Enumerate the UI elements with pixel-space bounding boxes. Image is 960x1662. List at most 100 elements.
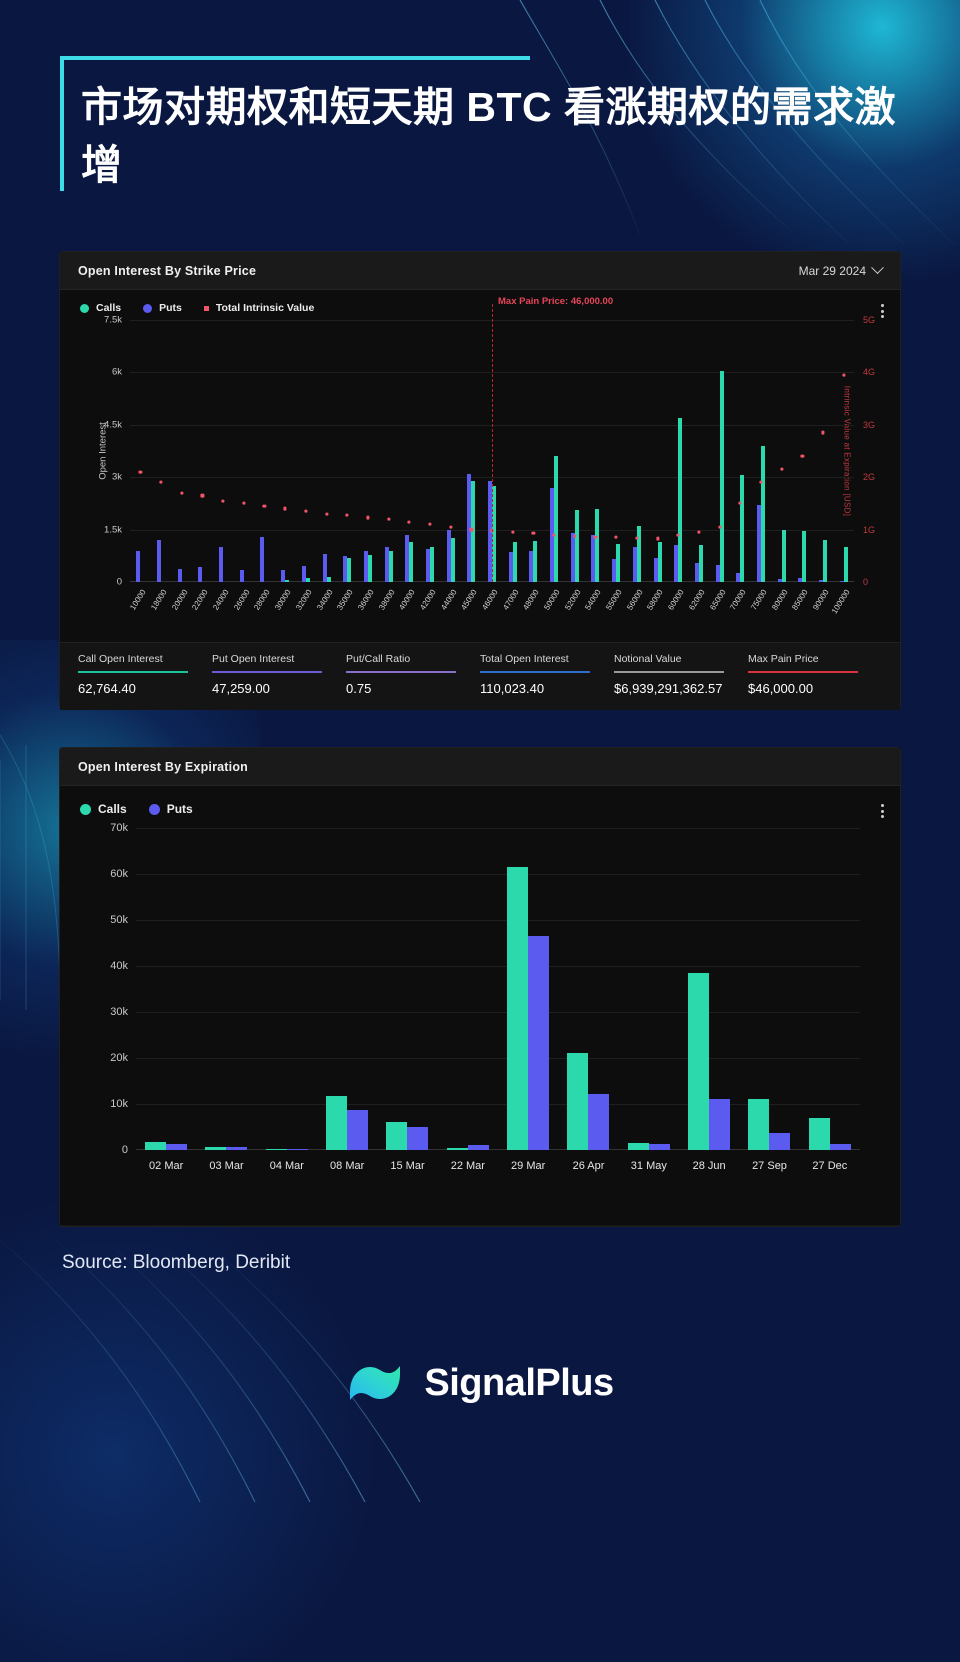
x-axis-tick-label: 28000 bbox=[252, 588, 273, 612]
expiration-bar-group[interactable] bbox=[136, 828, 196, 1150]
stat-cell: Total Open Interest 110,023.40 bbox=[480, 653, 614, 696]
x-axis-tick-label: 22000 bbox=[190, 588, 211, 612]
strike-bar-group[interactable] bbox=[606, 320, 627, 582]
legend-item-calls[interactable]: Calls bbox=[80, 302, 121, 314]
y2-axis-tick-label: 2G bbox=[863, 472, 876, 483]
strike-bar-group[interactable] bbox=[358, 320, 379, 582]
strike-bar-group[interactable] bbox=[689, 320, 710, 582]
put-bar bbox=[177, 568, 182, 582]
strike-bar-group[interactable] bbox=[337, 320, 358, 582]
x-axis-tick-label: 50000 bbox=[542, 588, 562, 612]
expiration-bar-group[interactable] bbox=[679, 828, 739, 1150]
header: 市场对期权和短天期 BTC 看涨期权的需求激增 bbox=[0, 0, 960, 194]
expiry-card-header: Open Interest By Expiration bbox=[60, 748, 900, 786]
strike-bar-group[interactable] bbox=[130, 320, 151, 582]
strike-chart-legend: Calls Puts Total Intrinsic Value bbox=[60, 290, 900, 318]
strike-bar-group[interactable] bbox=[502, 320, 523, 582]
y-axis-tick-label: 0 bbox=[116, 576, 122, 588]
y-axis-tick-label: 70k bbox=[110, 822, 128, 834]
strike-bar-group[interactable] bbox=[544, 320, 565, 582]
strike-bar-group[interactable] bbox=[275, 320, 296, 582]
date-selector[interactable]: Mar 29 2024 bbox=[799, 261, 884, 278]
kebab-menu-icon[interactable] bbox=[881, 304, 884, 318]
strike-bar-group[interactable] bbox=[378, 320, 399, 582]
intrinsic-value-point bbox=[738, 501, 742, 505]
x-axis-tick-label: 18000 bbox=[149, 588, 169, 612]
y-axis-tick-label: 4.5k bbox=[104, 419, 122, 431]
strike-bar-group[interactable] bbox=[296, 320, 317, 582]
strike-bar-group[interactable] bbox=[254, 320, 275, 582]
expiration-bar-group[interactable] bbox=[619, 828, 679, 1150]
expiration-bar-group[interactable] bbox=[558, 828, 618, 1150]
x-axis-tick-label: 38000 bbox=[376, 588, 397, 612]
strike-bar-group[interactable] bbox=[440, 320, 461, 582]
kebab-menu-icon[interactable] bbox=[881, 804, 884, 818]
put-bar bbox=[588, 1093, 610, 1150]
intrinsic-value-point bbox=[366, 515, 370, 520]
put-bar bbox=[407, 1127, 429, 1150]
strike-bar-group[interactable] bbox=[399, 320, 420, 582]
strike-bar-group[interactable] bbox=[151, 320, 172, 582]
stat-underline bbox=[212, 671, 323, 673]
y-axis-tick-label: 0 bbox=[121, 1144, 128, 1156]
legend-item-puts[interactable]: Puts bbox=[143, 302, 182, 314]
strike-bar-group[interactable] bbox=[792, 320, 813, 582]
intrinsic-value-point bbox=[262, 504, 267, 508]
strike-bar-group[interactable] bbox=[668, 320, 689, 582]
strike-bar-group[interactable] bbox=[771, 320, 792, 582]
strike-bar-group[interactable] bbox=[709, 320, 730, 582]
strike-bar-group[interactable] bbox=[213, 320, 234, 582]
call-bar bbox=[688, 972, 710, 1150]
legend-item-total-intrinsic-value[interactable]: Total Intrinsic Value bbox=[203, 302, 314, 314]
expiration-bar-group[interactable] bbox=[377, 828, 437, 1150]
strike-bar-group[interactable] bbox=[564, 320, 585, 582]
strike-bar-group[interactable] bbox=[585, 320, 606, 582]
x-axis-tick-label: 40000 bbox=[397, 588, 417, 612]
expiration-bar-group[interactable] bbox=[196, 828, 256, 1150]
strike-stats-strip: Call Open Interest 62,764.40 Put Open Inte… bbox=[60, 642, 900, 710]
call-bar bbox=[636, 526, 641, 582]
put-bar bbox=[239, 569, 244, 582]
legend-item-calls-expiry[interactable]: Calls bbox=[80, 802, 127, 816]
call-bar bbox=[843, 547, 848, 582]
strike-bar-group[interactable] bbox=[627, 320, 648, 582]
x-axis-tick-label: 46000 bbox=[480, 588, 500, 612]
intrinsic-value-point bbox=[676, 533, 680, 537]
intrinsic-value-point bbox=[180, 491, 184, 495]
strike-bar-group[interactable] bbox=[461, 320, 482, 582]
calls-color-swatch bbox=[80, 803, 91, 815]
stat-value: 62,764.40 bbox=[78, 680, 136, 696]
expiration-bar-group[interactable] bbox=[739, 828, 799, 1150]
strike-bar-group[interactable] bbox=[730, 320, 751, 582]
call-bar bbox=[512, 541, 517, 582]
stat-underline bbox=[614, 671, 725, 673]
x-axis-tick-label: 27 Sep bbox=[752, 1160, 787, 1172]
strike-bar-group[interactable] bbox=[316, 320, 337, 582]
open-interest-by-expiration-card: Open Interest By Expiration Calls Puts 0… bbox=[60, 748, 900, 1226]
chevron-down-icon bbox=[871, 261, 884, 275]
strike-bar-group[interactable] bbox=[647, 320, 668, 582]
strike-bar-group[interactable] bbox=[171, 320, 192, 582]
intrinsic-value-point bbox=[469, 528, 473, 532]
legend-label-puts: Puts bbox=[159, 302, 182, 314]
strike-bar-group[interactable] bbox=[523, 320, 544, 582]
strike-bar-group[interactable] bbox=[833, 320, 854, 582]
expiration-bar-group[interactable] bbox=[257, 828, 317, 1150]
intrinsic-value-point bbox=[511, 530, 515, 534]
strike-bar-group[interactable] bbox=[192, 320, 213, 582]
expiration-bar-group[interactable] bbox=[438, 828, 498, 1150]
strike-bar-group[interactable] bbox=[233, 320, 254, 582]
strike-bar-group[interactable] bbox=[751, 320, 772, 582]
put-bar bbox=[198, 567, 203, 582]
expiration-bar-group[interactable] bbox=[317, 828, 377, 1150]
legend-label-calls: Calls bbox=[98, 802, 127, 816]
x-axis-tick-label: 02 Mar bbox=[149, 1160, 184, 1172]
strike-bar-group[interactable] bbox=[813, 320, 834, 582]
x-axis-tick-label: 42000 bbox=[418, 588, 438, 612]
strike-bar-group[interactable] bbox=[420, 320, 441, 582]
expiration-chart: 0 10k 20k 30k 40k 50k 60k 70k 02 Mar 03 Mar 04 Mar… bbox=[110, 822, 860, 1172]
expiration-bar-group[interactable] bbox=[498, 828, 558, 1150]
legend-item-puts-expiry[interactable]: Puts bbox=[148, 802, 193, 816]
intrinsic-value-point bbox=[324, 512, 329, 516]
expiration-bar-group[interactable] bbox=[800, 828, 860, 1150]
